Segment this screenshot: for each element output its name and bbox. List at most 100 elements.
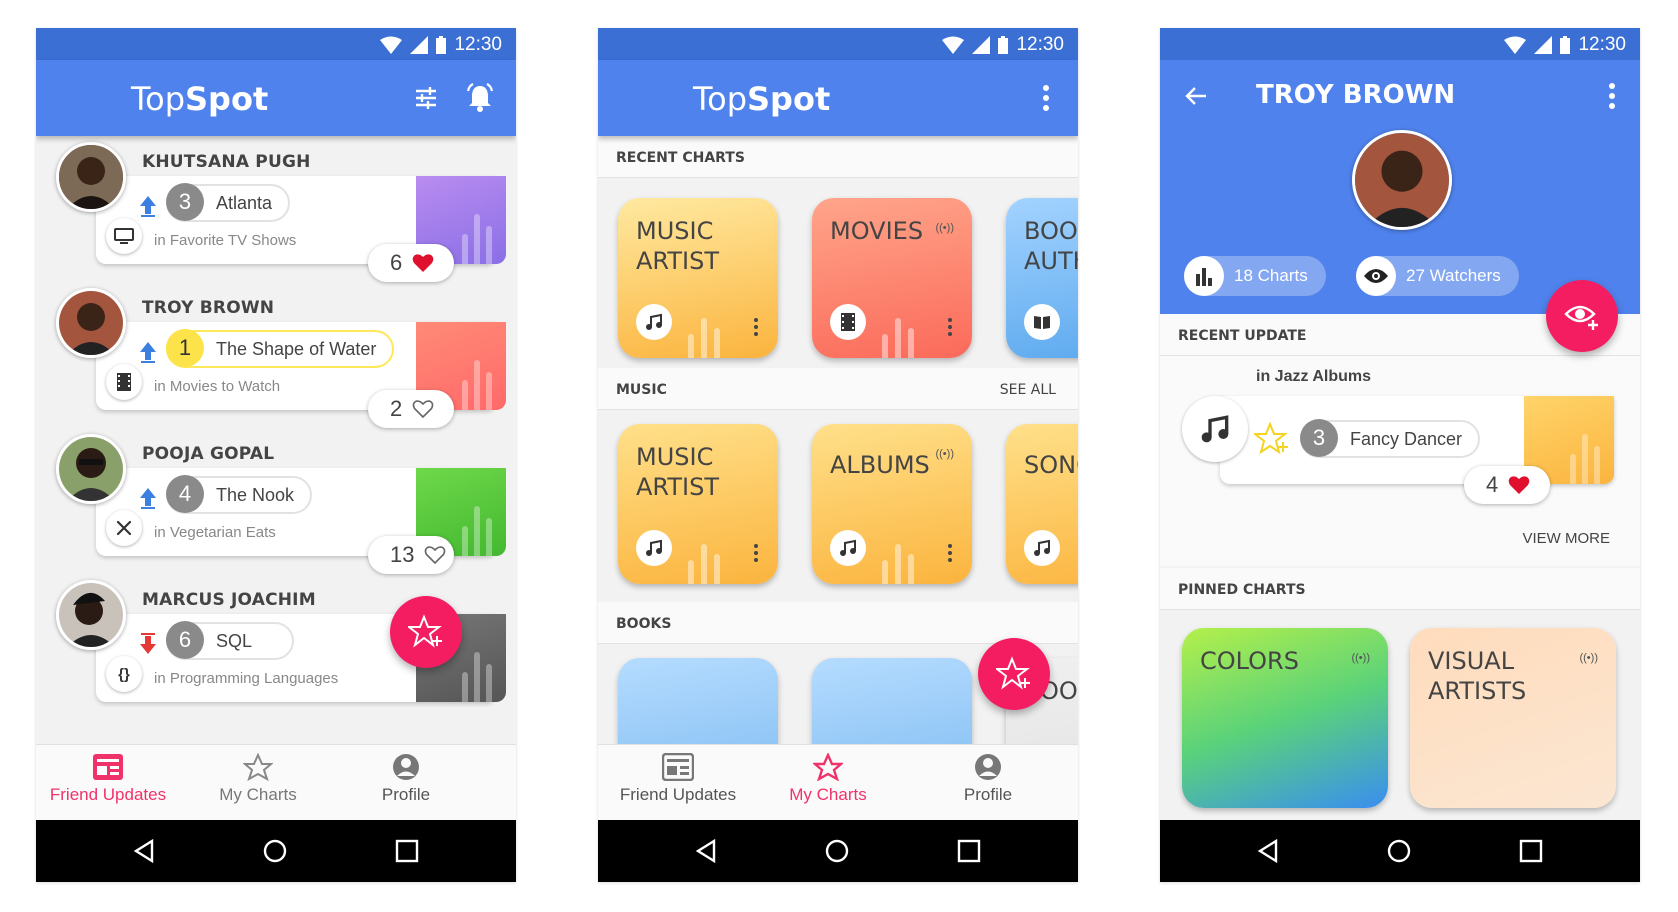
back-arrow-icon[interactable]	[1184, 84, 1208, 108]
chart-tile-title: MUSIC ARTIST	[636, 443, 719, 501]
likes-pill[interactable]: 2	[368, 390, 454, 428]
tab-profile[interactable]: Profile	[326, 753, 486, 805]
tab-my-charts[interactable]: My Charts	[178, 753, 338, 805]
profile-icon	[975, 754, 1001, 780]
watchers-pill[interactable]: 27 Watchers	[1356, 256, 1519, 296]
friend-name[interactable]: POOJA GOPAL	[142, 444, 274, 464]
home-nav-icon[interactable]	[262, 838, 288, 864]
back-nav-icon[interactable]	[1256, 838, 1282, 864]
home-nav-icon[interactable]	[824, 838, 850, 864]
app-bar: TopSpot	[36, 60, 516, 136]
home-nav-icon[interactable]	[1386, 838, 1412, 864]
section-title: BOOKS	[616, 616, 672, 632]
tab-friend-updates[interactable]: Friend Updates	[598, 753, 758, 805]
battery-icon	[1560, 36, 1571, 54]
tile-overflow-icon[interactable]	[754, 544, 758, 562]
tile-overflow-icon[interactable]	[754, 318, 758, 336]
my-charts-icon	[813, 753, 843, 781]
tab-my-charts[interactable]: My Charts	[748, 753, 908, 805]
avatar[interactable]	[56, 288, 126, 358]
chart-tile[interactable]: MUSIC ARTIST	[618, 198, 778, 358]
charts-count: 18 Charts	[1234, 266, 1308, 285]
my-charts-icon	[243, 753, 273, 781]
section-header-pinned: PINNED CHARTS	[1160, 568, 1640, 610]
tab-profile[interactable]: Profile	[908, 753, 1068, 805]
tab-friend-updates[interactable]: Friend Updates	[36, 753, 188, 805]
add-favorite-fab[interactable]	[978, 638, 1050, 710]
trend-up-icon	[140, 342, 156, 363]
pinned-chart-tile[interactable]: VISUAL ARTISTS ((•))	[1410, 628, 1616, 808]
profile-avatar[interactable]	[1352, 130, 1452, 230]
tile-overflow-icon[interactable]	[948, 544, 952, 562]
charts-count-pill[interactable]: 18 Charts	[1184, 256, 1326, 296]
chart-tile[interactable]: BOOKAUTH	[1006, 198, 1078, 358]
chart-tile[interactable]: MUSIC ARTIST	[618, 424, 778, 584]
rank-pill[interactable]: 1 The Shape of Water	[166, 329, 395, 368]
status-time: 12:30	[1578, 34, 1626, 55]
friend-name[interactable]: MARCUS JOACHIM	[142, 590, 316, 610]
battery-icon	[998, 36, 1009, 54]
back-nav-icon[interactable]	[694, 838, 720, 864]
watch-user-fab[interactable]	[1546, 280, 1618, 352]
recents-nav-icon[interactable]	[394, 838, 420, 864]
likes-count: 4	[1486, 472, 1499, 497]
chart-tile[interactable]: MOVIES ((•))	[812, 198, 972, 358]
chart-tile-title: MUSIC ARTIST	[636, 217, 719, 275]
update-card[interactable]: 4 The Nook in Vegetarian Eats 13	[96, 468, 506, 574]
music-note-icon	[1182, 396, 1248, 462]
likes-count: 6	[390, 250, 403, 275]
heart-filled-icon[interactable]	[412, 253, 434, 273]
view-more-link[interactable]: VIEW MORE	[1522, 530, 1610, 547]
heart-outline-icon[interactable]	[412, 399, 434, 419]
recents-nav-icon[interactable]	[1518, 838, 1544, 864]
rank-item: SQL	[216, 630, 253, 651]
friend-name[interactable]: KHUTSANA PUGH	[142, 152, 311, 172]
back-nav-icon[interactable]	[132, 838, 158, 864]
rank-pill[interactable]: 3 Atlanta	[166, 183, 291, 222]
filter-sliders-icon[interactable]	[414, 86, 438, 110]
feed-item[interactable]: TROY BROWN 1 The Shape of Water in Movies…	[36, 286, 516, 436]
likes-pill[interactable]: 13	[368, 536, 454, 574]
notification-bell-icon[interactable]	[464, 82, 496, 114]
rank-pill[interactable]: 4 The Nook	[166, 475, 313, 514]
update-card[interactable]: 3 Fancy Dancer 4	[1220, 396, 1614, 504]
chart-tile-title: BOOKAUTH	[1024, 217, 1078, 275]
chart-tile[interactable]: ALBUMS ((•))	[812, 424, 972, 584]
add-favorite-fab[interactable]	[390, 596, 462, 668]
tv-icon	[106, 218, 142, 254]
rank-pill[interactable]: 3 Fancy Dancer	[1300, 419, 1481, 458]
tab-label: Friend Updates	[49, 785, 167, 804]
feed-item[interactable]: KHUTSANA PUGH 3 Atlanta in Favorite TV Sh…	[36, 140, 516, 290]
rank-item: Fancy Dancer	[1350, 428, 1463, 449]
music-note-icon	[636, 530, 672, 566]
chart-tile[interactable]: SONG	[1006, 424, 1078, 584]
overflow-menu-icon[interactable]	[1042, 84, 1050, 112]
avatar[interactable]	[56, 142, 126, 212]
friend-name[interactable]: TROY BROWN	[142, 298, 274, 318]
update-context: in Jazz Albums	[1256, 368, 1371, 385]
music-note-icon	[830, 530, 866, 566]
update-card[interactable]: 1 The Shape of Water in Movies to Watch 2	[96, 322, 506, 428]
bar-chart-icon	[1184, 256, 1224, 296]
likes-pill[interactable]: 4	[1464, 466, 1550, 504]
profile-name: TROY BROWN	[1256, 80, 1456, 110]
see-all-link[interactable]: SEE ALL	[1000, 382, 1056, 398]
status-time: 12:30	[454, 34, 502, 55]
feed-item[interactable]: POOJA GOPAL 4 The Nook in Vegetarian Eats…	[36, 432, 516, 582]
app-bar: TopSpot	[598, 60, 1078, 136]
heart-filled-icon[interactable]	[1508, 475, 1530, 495]
avatar[interactable]	[56, 580, 126, 650]
utensils-icon	[106, 510, 142, 546]
system-nav-bar	[598, 820, 1078, 882]
tile-overflow-icon[interactable]	[948, 318, 952, 336]
recents-nav-icon[interactable]	[956, 838, 982, 864]
likes-pill[interactable]: 6	[368, 244, 454, 282]
status-bar: 12:30	[36, 28, 516, 60]
avatar[interactable]	[56, 434, 126, 504]
update-card[interactable]: 3 Atlanta in Favorite TV Shows 6	[96, 176, 506, 282]
pinned-chart-tile[interactable]: COLORS ((•))	[1182, 628, 1388, 808]
section-title: MUSIC	[616, 382, 667, 398]
heart-outline-icon[interactable]	[424, 545, 446, 565]
overflow-menu-icon[interactable]	[1608, 82, 1616, 110]
rank-pill[interactable]: 6 SQL	[166, 621, 295, 660]
